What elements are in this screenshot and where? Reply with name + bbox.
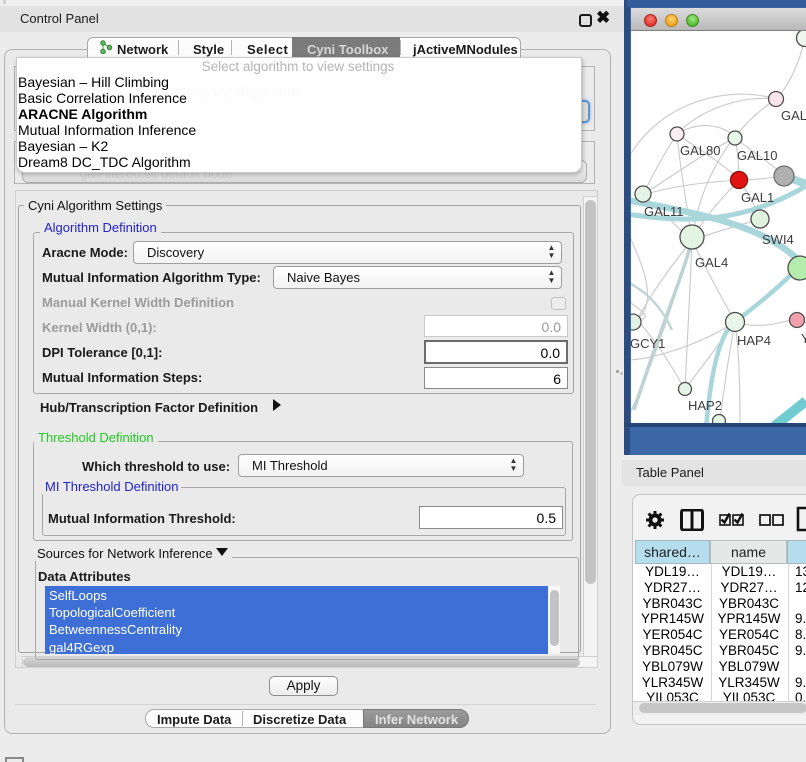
svg-text:GAL2: GAL2 <box>781 108 806 123</box>
svg-text:GAL10: GAL10 <box>737 148 777 163</box>
svg-text:GAL80: GAL80 <box>680 143 720 158</box>
svg-text:HAP4: HAP4 <box>737 333 771 348</box>
svg-text:GAL4: GAL4 <box>695 255 728 270</box>
svg-text:GAL11: GAL11 <box>644 204 684 219</box>
svg-text:HAP2: HAP2 <box>688 398 722 413</box>
svg-text:SWI4: SWI4 <box>762 232 794 247</box>
svg-text:GCY1: GCY1 <box>631 336 665 351</box>
svg-text:YD: YD <box>801 331 806 346</box>
svg-text:GAL1: GAL1 <box>741 190 774 205</box>
